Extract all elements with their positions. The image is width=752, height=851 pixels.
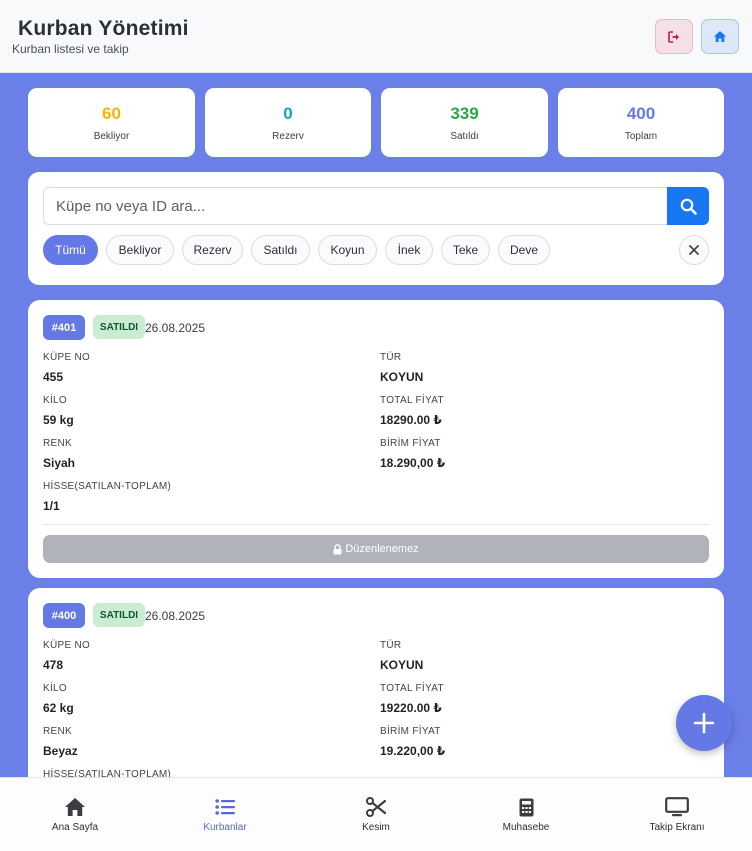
- field-label-total-fiyat: TOTAL FİYAT: [380, 683, 444, 694]
- stat-value: 60: [102, 104, 121, 123]
- field-value-total-fiyat: 19220.00 ₺: [380, 701, 442, 715]
- field-value-tur: KOYUN: [380, 370, 424, 384]
- stat-value: 0: [283, 104, 293, 123]
- field-value-total-fiyat: 18290.00 ₺: [380, 413, 442, 427]
- page-subtitle: Kurban listesi ve takip: [12, 42, 129, 56]
- nav-item-muhasebe[interactable]: Muhasebe: [476, 778, 576, 851]
- stat-label: Satıldı: [450, 131, 479, 142]
- record-date: 26.08.2025: [145, 609, 206, 623]
- lock-icon: [333, 543, 342, 554]
- field-value-birim-fiyat: 18.290,00 ₺: [380, 456, 446, 470]
- sign-out-icon: [667, 30, 679, 43]
- filter-chip-rezerv[interactable]: Rezerv: [182, 235, 243, 265]
- scissors-icon: [366, 797, 386, 817]
- field-label-kupe-no: KÜPE NO: [43, 352, 91, 363]
- stat-value: 339: [450, 104, 479, 123]
- record-id-badge: #400: [43, 603, 85, 628]
- filter-chip-teke[interactable]: Teke: [441, 235, 490, 265]
- field-value-hisse: 1/1: [43, 499, 60, 513]
- home-icon: [714, 31, 726, 42]
- field-value-kupe-no: 478: [43, 658, 64, 672]
- field-label-kilo: KİLO: [43, 683, 67, 694]
- field-label-kupe-no: KÜPE NO: [43, 640, 91, 651]
- filter-chip-satildi[interactable]: Satıldı: [251, 235, 310, 265]
- calculator-icon: [519, 798, 533, 816]
- status-badge: SATILDI: [93, 603, 145, 627]
- stat-card-satildi: 339 Satıldı: [381, 88, 548, 157]
- record-card: #401 SATILDI 26.08.2025 KÜPE NO 455 TÜR …: [28, 300, 724, 578]
- field-label-tur: TÜR: [380, 352, 402, 363]
- filter-chip-deve[interactable]: Deve: [498, 235, 550, 265]
- field-label-hisse: HİSSE(SATILAN-TOPLAM): [43, 481, 172, 492]
- list-icon: [215, 799, 235, 815]
- filter-chip-inek[interactable]: İnek: [385, 235, 433, 265]
- field-value-kilo: 59 kg: [43, 413, 74, 427]
- stat-label: Rezerv: [272, 131, 304, 142]
- card-divider: [43, 524, 709, 525]
- field-label-tur: TÜR: [380, 640, 402, 651]
- locked-edit-label: Düzenlenemez: [345, 543, 419, 555]
- field-label-birim-fiyat: BİRİM FİYAT: [380, 726, 441, 737]
- home-button[interactable]: [701, 19, 739, 54]
- search-button[interactable]: [667, 187, 709, 225]
- field-label-renk: RENK: [43, 726, 72, 737]
- search-input[interactable]: [43, 187, 667, 225]
- nav-item-kurbanlar[interactable]: Kurbanlar: [175, 778, 275, 851]
- search-panel: Tümü Bekliyor Rezerv Satıldı Koyun İnek …: [28, 172, 724, 285]
- field-label-total-fiyat: TOTAL FİYAT: [380, 395, 444, 406]
- record-date: 26.08.2025: [145, 321, 206, 335]
- home-icon: [65, 798, 85, 816]
- search-icon: [680, 198, 697, 215]
- nav-label: Kurbanlar: [203, 822, 247, 833]
- stat-value: 400: [626, 104, 656, 123]
- stat-label: Toplam: [624, 131, 658, 142]
- filter-chip-bekliyor[interactable]: Bekliyor: [106, 235, 174, 265]
- field-value-renk: Beyaz: [43, 744, 78, 758]
- field-value-tur: KOYUN: [380, 658, 424, 672]
- field-value-kupe-no: 455: [43, 370, 64, 384]
- field-label-birim-fiyat: BİRİM FİYAT: [380, 438, 441, 449]
- close-icon: [689, 245, 699, 255]
- add-record-button[interactable]: [676, 695, 732, 751]
- nav-label: Muhasebe: [502, 822, 550, 833]
- nav-label: Kesim: [362, 822, 390, 833]
- field-value-birim-fiyat: 19.220,00 ₺: [380, 744, 446, 758]
- stat-label: Bekliyor: [93, 131, 130, 142]
- stat-card-bekliyor: 60 Bekliyor: [28, 88, 195, 157]
- stat-card-rezerv: 0 Rezerv: [205, 88, 371, 157]
- clear-filter-button[interactable]: [679, 235, 709, 265]
- filter-chip-koyun[interactable]: Koyun: [318, 235, 377, 265]
- nav-item-ana-sayfa[interactable]: Ana Sayfa: [25, 778, 125, 851]
- field-value-kilo: 62 kg: [43, 701, 74, 715]
- field-label-renk: RENK: [43, 438, 72, 449]
- app-header: Kurban Yönetimi Kurban listesi ve takip: [0, 0, 752, 73]
- record-id-badge: #401: [43, 315, 85, 340]
- status-badge: SATILDI: [93, 315, 145, 339]
- logout-button[interactable]: [655, 19, 693, 54]
- filter-chip-tumu[interactable]: Tümü: [43, 235, 98, 265]
- monitor-icon: [665, 797, 689, 817]
- nav-label: Takip Ekranı: [649, 822, 705, 833]
- nav-item-takip-ekrani[interactable]: Takip Ekranı: [627, 778, 727, 851]
- locked-edit-button[interactable]: Düzenlenemez: [43, 535, 709, 563]
- nav-label: Ana Sayfa: [51, 822, 99, 833]
- stat-card-toplam: 400 Toplam: [558, 88, 724, 157]
- plus-icon: [693, 712, 715, 734]
- bottom-nav: Ana Sayfa Kurbanlar Kesim Muhasebe Takip…: [0, 777, 752, 851]
- field-value-renk: Siyah: [43, 456, 76, 470]
- nav-item-kesim[interactable]: Kesim: [326, 778, 426, 851]
- field-label-kilo: KİLO: [43, 395, 67, 406]
- page-title: Kurban Yönetimi: [18, 17, 189, 40]
